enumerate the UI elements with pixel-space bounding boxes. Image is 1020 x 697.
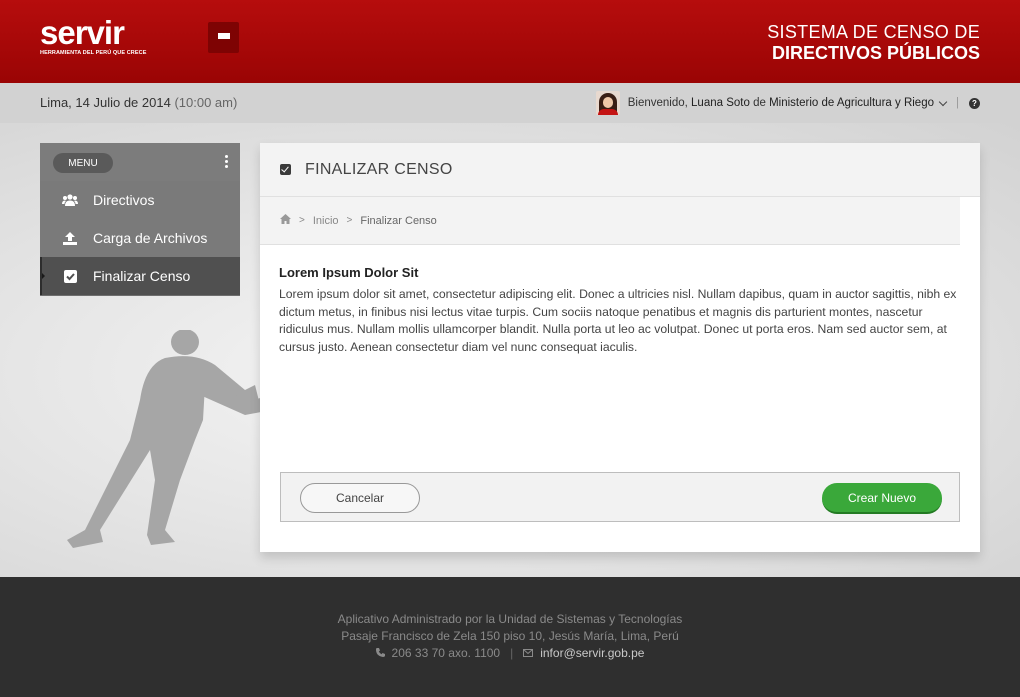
- home-icon[interactable]: [280, 214, 291, 227]
- content-body: Lorem ipsum dolor sit amet, consectetur …: [279, 287, 957, 354]
- date-text: Lima, 14 Julio de 2014: [40, 95, 171, 110]
- checkbox-icon: [60, 269, 80, 283]
- sidebar-header: MENU: [40, 143, 240, 181]
- more-options-icon[interactable]: [225, 155, 228, 168]
- current-date: Lima, 14 Julio de 2014 (10:00 am): [40, 95, 237, 110]
- user-name: Luana Soto: [691, 97, 750, 109]
- divider: |: [510, 646, 514, 660]
- de-text: de: [753, 97, 766, 109]
- sidebar: MENU Directivos Carga de Archivos Finali…: [40, 143, 240, 296]
- panel-header: FINALIZAR CENSO: [260, 143, 980, 197]
- cancel-button[interactable]: Cancelar: [300, 483, 420, 513]
- phone-number: 206 33 70 axo. 1100: [391, 646, 501, 660]
- chevron-down-icon[interactable]: [938, 97, 948, 106]
- sidebar-item-label: Carga de Archivos: [93, 230, 208, 246]
- footer-address: Pasaje Francisco de Zela 150 piso 10, Je…: [341, 629, 679, 643]
- user-info: Bienvenido, Luana Soto de Ministerio de …: [595, 91, 980, 115]
- panel-content: Lorem Ipsum Dolor Sit Lorem ipsum dolor …: [260, 245, 980, 356]
- upload-icon: [60, 231, 80, 245]
- welcome-text: Bienvenido,: [627, 97, 688, 109]
- info-bar: Lima, 14 Julio de 2014 (10:00 am) Bienve…: [0, 83, 1020, 123]
- menu-label[interactable]: MENU: [53, 153, 113, 173]
- page-title: FINALIZAR CENSO: [305, 160, 453, 178]
- create-new-button[interactable]: Crear Nuevo: [822, 483, 942, 514]
- divider: |: [956, 97, 959, 109]
- sidebar-item-directivos[interactable]: Directivos: [40, 181, 240, 219]
- avatar[interactable]: [595, 91, 620, 115]
- content-heading: Lorem Ipsum Dolor Sit: [279, 265, 419, 280]
- logo-tagline: HERRAMIENTA DEL PERÚ QUE CRECE: [40, 50, 147, 56]
- servir-logo[interactable]: servir HERRAMIENTA DEL PERÚ QUE CRECE: [40, 14, 147, 56]
- hamburger-icon: [217, 32, 230, 43]
- email-link[interactable]: infor@servir.gob.pe: [540, 646, 644, 660]
- organization-name: Ministerio de Agricultura y Riego: [769, 97, 934, 109]
- hamburger-menu-button[interactable]: [208, 22, 239, 53]
- chevron-right-icon: >: [299, 215, 305, 226]
- checkbox-icon: [280, 164, 291, 175]
- system-title: SISTEMA DE CENSO DE DIRECTIVOS PÚBLICOS: [767, 22, 980, 64]
- actions-bar: Cancelar Crear Nuevo: [280, 472, 960, 522]
- phone-icon: [375, 646, 385, 660]
- footer-line1: Aplicativo Administrado por la Unidad de…: [337, 612, 683, 626]
- organization-dropdown[interactable]: Ministerio de Agricultura y Riego: [769, 97, 934, 109]
- breadcrumb-inicio[interactable]: Inicio: [313, 215, 339, 227]
- sidebar-item-label: Directivos: [93, 192, 155, 208]
- users-icon: [60, 194, 80, 206]
- system-title-line1: SISTEMA DE CENSO DE: [767, 22, 980, 42]
- sidebar-item-carga-archivos[interactable]: Carga de Archivos: [40, 219, 240, 257]
- breadcrumb: > Inicio > Finalizar Censo: [260, 197, 960, 245]
- sidebar-item-label: Finalizar Censo: [93, 268, 191, 284]
- footer-contact: 206 33 70 axo. 1100 | infor@servir.gob.p…: [0, 646, 1020, 660]
- sidebar-item-finalizar-censo[interactable]: Finalizar Censo: [40, 257, 240, 295]
- main-panel: FINALIZAR CENSO > Inicio > Finalizar Cen…: [260, 143, 980, 552]
- pushing-man-illustration: [67, 330, 261, 548]
- time-text: (10:00 am): [174, 95, 238, 110]
- top-header: servir HERRAMIENTA DEL PERÚ QUE CRECE SI…: [0, 0, 1020, 83]
- system-title-line2: DIRECTIVOS PÚBLICOS: [771, 43, 980, 63]
- email-icon: [523, 646, 534, 660]
- chevron-right-icon: >: [346, 215, 353, 226]
- help-icon[interactable]: ?: [969, 97, 980, 109]
- logo-word: servir: [40, 14, 125, 51]
- footer: Aplicativo Administrado por la Unidad de…: [0, 577, 1020, 697]
- breadcrumb-current: Finalizar Censo: [360, 214, 437, 227]
